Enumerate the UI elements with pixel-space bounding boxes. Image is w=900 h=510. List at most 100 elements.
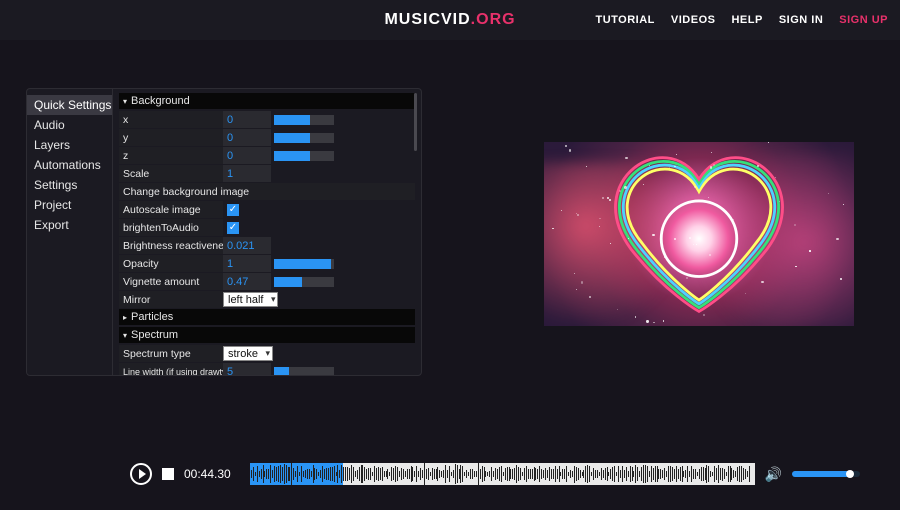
nav-help[interactable]: HELP (731, 14, 762, 26)
checkbox-autoscale[interactable]: ✓ (227, 204, 239, 216)
panel-sidebar: Quick Settings Audio Layers Automations … (27, 89, 113, 375)
label-spectrum-type: Spectrum type (119, 345, 223, 362)
sidebar-item-layers[interactable]: Layers (27, 135, 112, 155)
row-y: y 0 (119, 129, 415, 146)
star-particle (757, 165, 759, 167)
label-brighten-to-audio: brightenToAudio (119, 219, 223, 236)
section-header-particles[interactable]: Particles (119, 309, 415, 325)
row-line-width: Line width (if using drawtype stroke) 5 (119, 363, 415, 375)
value-y[interactable]: 0 (223, 129, 271, 146)
value-vignette[interactable]: 0.47 (223, 273, 271, 290)
star-particle (569, 149, 571, 151)
nav-signin[interactable]: SIGN IN (779, 14, 823, 26)
star-particle (581, 281, 583, 283)
logo: MUSICVID.ORG (384, 11, 515, 29)
section-header-spectrum[interactable]: Spectrum (119, 327, 415, 343)
slider-y[interactable] (274, 133, 334, 143)
star-particle (710, 166, 712, 168)
star-particle (836, 238, 838, 240)
checkbox-brighten-to-audio[interactable]: ✓ (227, 222, 239, 234)
play-button[interactable] (130, 463, 152, 485)
star-particle (686, 277, 687, 278)
star-particle (653, 322, 654, 323)
value-line-width[interactable]: 5 (223, 363, 271, 375)
star-particle (761, 281, 763, 283)
header-nav: TUTORIAL VIDEOS HELP SIGN IN SIGN UP (595, 0, 888, 40)
star-particle (795, 266, 796, 267)
star-particle (609, 199, 611, 201)
row-brightness-reactiveness: Brightness reactiveness 0.021 (119, 237, 415, 254)
star-particle (664, 256, 666, 258)
logo-text-pink: .ORG (471, 11, 516, 28)
label-mirror: Mirror (119, 291, 223, 308)
value-z[interactable]: 0 (223, 147, 271, 164)
star-particle (646, 320, 648, 322)
star-particle (689, 237, 691, 239)
row-x: x 0 (119, 111, 415, 128)
star-particle (768, 142, 769, 143)
nav-videos[interactable]: VIDEOS (671, 14, 716, 26)
section-header-background[interactable]: Background (119, 93, 415, 109)
star-particle (565, 145, 566, 146)
slider-z[interactable] (274, 151, 334, 161)
label-x: x (119, 111, 223, 128)
star-particle (561, 210, 562, 211)
volume-icon[interactable]: 🔊 (765, 466, 782, 483)
slider-opacity[interactable] (274, 259, 334, 269)
waveform-seek[interactable] (250, 463, 755, 485)
scrollbar-thumb[interactable] (414, 93, 417, 151)
preview-canvas (544, 142, 854, 326)
label-opacity: Opacity (119, 255, 223, 272)
slider-x[interactable] (274, 115, 334, 125)
stop-button[interactable] (162, 468, 174, 480)
row-opacity: Opacity 1 (119, 255, 415, 272)
label-change-image: Change background image (119, 183, 415, 200)
value-opacity[interactable]: 1 (223, 255, 271, 272)
row-change-image[interactable]: Change background image (119, 183, 415, 200)
playbar: 00:44.30 🔊 (130, 460, 860, 488)
star-particle (574, 273, 575, 274)
slider-line-width[interactable] (274, 367, 334, 376)
app-header: MUSICVID.ORG TUTORIAL VIDEOS HELP SIGN I… (0, 0, 900, 40)
star-particle (779, 201, 780, 202)
waveform-bars (250, 463, 755, 485)
row-vignette: Vignette amount 0.47 (119, 273, 415, 290)
sidebar-item-export[interactable]: Export (27, 215, 112, 235)
logo-text-white: MUSICVID (384, 11, 470, 28)
volume-fill (792, 471, 850, 477)
label-y: y (119, 129, 223, 146)
star-particle (624, 186, 626, 188)
label-brightness-reactiveness: Brightness reactiveness (119, 237, 223, 254)
sidebar-item-project[interactable]: Project (27, 195, 112, 215)
volume-knob[interactable] (846, 470, 854, 478)
time-display: 00:44.30 (184, 467, 240, 481)
star-particle (708, 197, 709, 198)
sidebar-item-settings[interactable]: Settings (27, 175, 112, 195)
label-autoscale: Autoscale image (119, 201, 223, 218)
row-mirror: Mirror left half (119, 291, 415, 308)
select-spectrum-type[interactable]: stroke (223, 346, 273, 361)
sidebar-item-automations[interactable]: Automations (27, 155, 112, 175)
value-x[interactable]: 0 (223, 111, 271, 128)
volume-slider[interactable] (792, 471, 860, 477)
star-particle (745, 293, 746, 294)
sidebar-item-audio[interactable]: Audio (27, 115, 112, 135)
properties-content: Background x 0 y 0 z 0 Scale 1 Change ba… (113, 89, 421, 375)
select-mirror[interactable]: left half (223, 292, 278, 307)
star-particle (625, 157, 627, 159)
nav-tutorial[interactable]: TUTORIAL (595, 14, 654, 26)
value-scale[interactable]: 1 (223, 165, 271, 182)
visualizer-shape (604, 149, 794, 319)
star-particle (696, 244, 697, 245)
nav-signup[interactable]: SIGN UP (839, 14, 888, 26)
row-scale: Scale 1 (119, 165, 415, 182)
row-spectrum-type: Spectrum type stroke (119, 345, 415, 362)
label-vignette: Vignette amount (119, 273, 223, 290)
label-scale: Scale (119, 165, 223, 182)
star-particle (828, 193, 829, 194)
slider-vignette[interactable] (274, 277, 334, 287)
properties-panel: Quick Settings Audio Layers Automations … (26, 88, 422, 376)
label-line-width: Line width (if using drawtype stroke) (119, 363, 223, 375)
sidebar-item-quick-settings[interactable]: Quick Settings (27, 95, 112, 115)
value-brightness-reactiveness[interactable]: 0.021 (223, 237, 271, 254)
